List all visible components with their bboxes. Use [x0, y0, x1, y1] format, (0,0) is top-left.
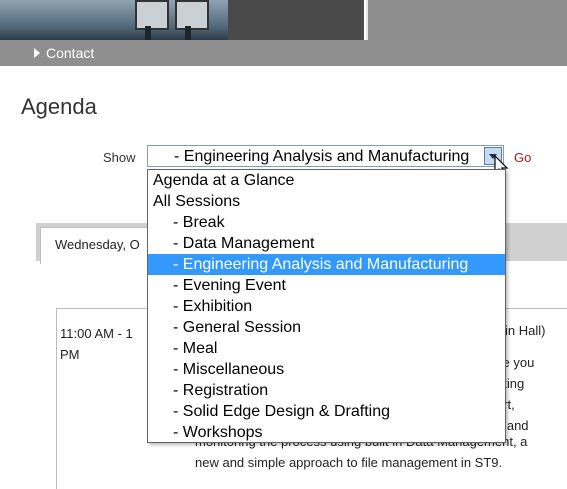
dropdown-option[interactable]: - Break	[148, 212, 505, 233]
banner-sign	[135, 0, 169, 30]
banner-sign	[175, 0, 209, 30]
navbar: Contact	[0, 40, 567, 66]
banner-dark-panel	[228, 0, 364, 40]
banner-post	[185, 26, 191, 40]
dropdown-option[interactable]: - Meal	[148, 338, 505, 359]
tab-wednesday[interactable]: Wednesday, O	[40, 227, 162, 264]
header-banner	[0, 0, 567, 40]
tab-label: Wednesday, O	[55, 237, 140, 252]
go-link[interactable]: Go	[514, 150, 531, 165]
nav-contact-link[interactable]: Contact	[34, 45, 94, 61]
dropdown-option[interactable]: Agenda at a Glance	[148, 170, 505, 191]
dropdown-option[interactable]: All Sessions	[148, 191, 505, 212]
triangle-right-icon	[34, 48, 40, 58]
banner-post	[145, 26, 151, 40]
session-time: 11:00 AM - 1 PM	[60, 326, 133, 362]
dropdown-option[interactable]: - Solid Edge Design & Drafting	[148, 401, 505, 422]
dropdown-option[interactable]: - Miscellaneous	[148, 359, 505, 380]
session-filter-select[interactable]: - Engineering Analysis and Manufacturing	[147, 145, 504, 167]
banner-photo	[0, 0, 228, 40]
dropdown-option[interactable]: - Registration	[148, 380, 505, 401]
dropdown-option-selected[interactable]: - Engineering Analysis and Manufacturing	[148, 254, 505, 275]
page-title: Agenda	[21, 94, 97, 119]
session-description: new and simple approach to file manageme…	[195, 455, 503, 470]
nav-contact-label: Contact	[46, 45, 95, 61]
dropdown-option[interactable]: - General Session	[148, 317, 505, 338]
dropdown-option[interactable]: - Evening Event	[148, 275, 505, 296]
dropdown-option[interactable]: - Exhibition	[148, 296, 505, 317]
dropdown-option[interactable]: - Data Management	[148, 233, 505, 254]
dropdown-option[interactable]: - Workshops	[148, 422, 505, 442]
session-filter-dropdown[interactable]: Agenda at a Glance All Sessions - Break …	[147, 169, 506, 443]
select-current-value: - Engineering Analysis and Manufacturing	[174, 148, 470, 165]
banner-light-panel	[366, 0, 567, 40]
show-label: Show	[103, 150, 136, 165]
